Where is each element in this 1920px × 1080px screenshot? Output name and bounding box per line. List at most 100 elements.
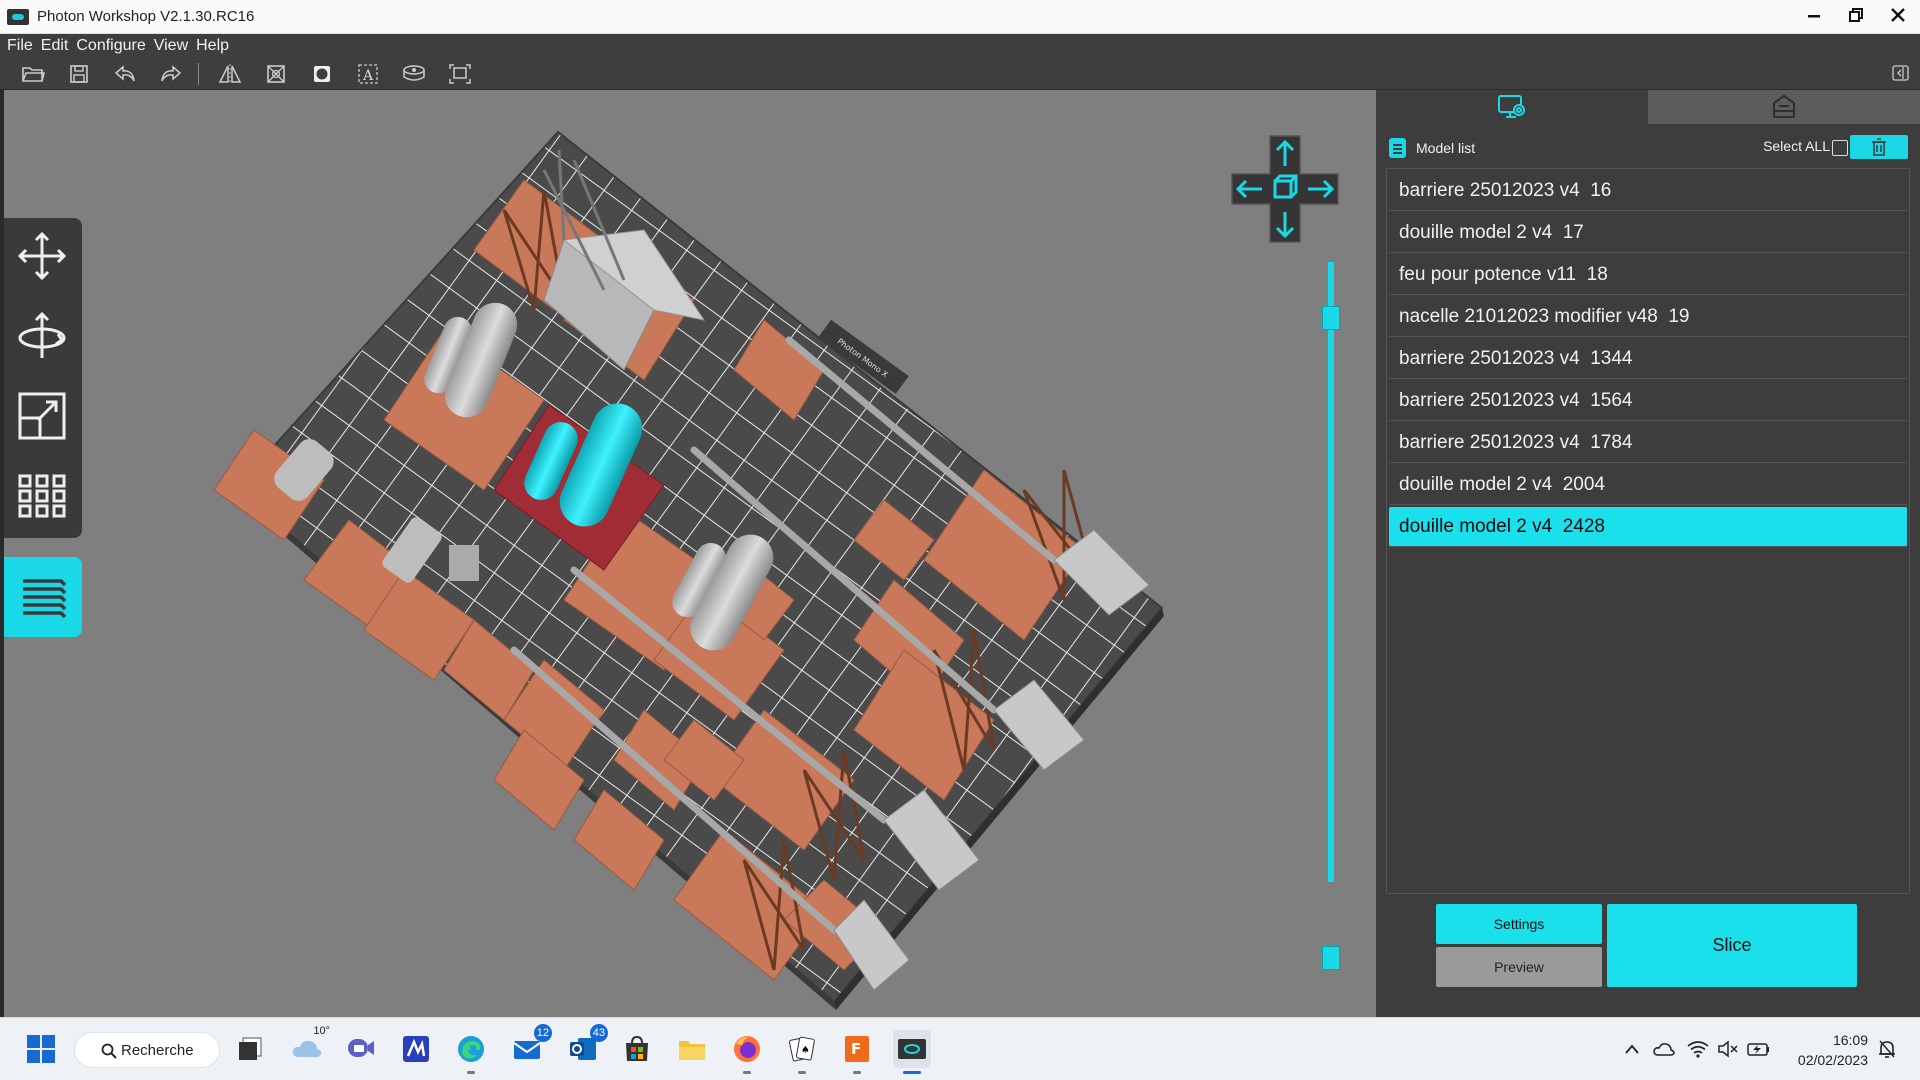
base-icon[interactable] bbox=[401, 61, 427, 87]
firefox-button[interactable] bbox=[728, 1030, 766, 1074]
scale-tool[interactable] bbox=[12, 386, 72, 446]
model-list-item[interactable]: feu pour potence v11 18 bbox=[1389, 255, 1907, 295]
view-navigator[interactable] bbox=[1230, 134, 1340, 244]
store-button[interactable] bbox=[618, 1030, 656, 1068]
running-indicator bbox=[467, 1071, 475, 1074]
select-all-label: Select ALL bbox=[1763, 138, 1830, 154]
layers-tool[interactable] bbox=[4, 557, 82, 637]
settings-button[interactable]: Settings bbox=[1436, 904, 1602, 944]
redo-icon[interactable] bbox=[158, 61, 184, 87]
notifications-tray[interactable] bbox=[1876, 1038, 1898, 1060]
close-icon bbox=[1891, 7, 1905, 22]
model-list: barriere 25012023 v4 16 douille model 2 … bbox=[1386, 168, 1910, 894]
punch-hole-icon[interactable] bbox=[309, 61, 335, 87]
model-list-item[interactable]: douille model 2 v4 2004 bbox=[1389, 465, 1907, 505]
menu-bar: File Edit Configure View Help bbox=[0, 34, 1920, 58]
start-button[interactable] bbox=[22, 1030, 60, 1068]
model-list-item-selected[interactable]: douille model 2 v4 2428 bbox=[1389, 507, 1907, 547]
weather-widget[interactable]: 10° bbox=[288, 1025, 330, 1068]
slice-button[interactable]: Slice bbox=[1607, 904, 1857, 987]
hollow-icon[interactable] bbox=[263, 61, 289, 87]
clock-time: 16:09 bbox=[1832, 1032, 1868, 1048]
menu-edit[interactable]: Edit bbox=[41, 37, 69, 55]
printer-icon bbox=[1773, 94, 1795, 118]
taskbar-clock[interactable]: 16:09 02/02/2023 bbox=[1798, 1030, 1868, 1070]
select-all-checkbox[interactable] bbox=[1832, 140, 1848, 156]
show-hidden-icons-button[interactable] bbox=[1621, 1038, 1643, 1060]
arrange-tool[interactable] bbox=[12, 466, 72, 526]
layer-slider-bottom-handle[interactable] bbox=[1322, 946, 1340, 970]
open-folder-icon[interactable] bbox=[20, 61, 46, 87]
model-list-item[interactable]: douille model 2 v4 17 bbox=[1389, 213, 1907, 253]
wifi-tray[interactable] bbox=[1687, 1038, 1709, 1060]
solitaire-button[interactable]: ♠ bbox=[783, 1030, 821, 1074]
running-indicator bbox=[853, 1071, 861, 1074]
panel-toggle-icon[interactable] bbox=[1892, 64, 1912, 84]
3d-viewport[interactable]: Photon Mono X bbox=[4, 90, 1376, 1017]
text-icon[interactable]: A bbox=[355, 61, 381, 87]
wifi-icon bbox=[1687, 1041, 1709, 1058]
model-list-item[interactable]: nacelle 21012023 modifier v48 19 bbox=[1389, 297, 1907, 337]
model-list-item[interactable]: barriere 25012023 v4 16 bbox=[1389, 171, 1907, 211]
svg-text:F: F bbox=[851, 1040, 861, 1058]
rotate-tool[interactable] bbox=[12, 306, 72, 366]
mirror-icon[interactable] bbox=[217, 61, 243, 87]
file-explorer-button[interactable] bbox=[673, 1030, 711, 1068]
close-button[interactable] bbox=[1888, 6, 1908, 29]
window-controls bbox=[1804, 0, 1908, 34]
layer-slider-top-handle[interactable] bbox=[1322, 306, 1340, 330]
menu-configure[interactable]: Configure bbox=[76, 37, 145, 55]
app-m-button[interactable] bbox=[397, 1030, 435, 1068]
restore-button[interactable] bbox=[1846, 6, 1866, 29]
file-list-icon bbox=[1389, 138, 1406, 158]
rotate-icon bbox=[18, 311, 66, 358]
mail-button[interactable]: 12 bbox=[508, 1024, 552, 1068]
taskbar-search[interactable]: Recherche bbox=[74, 1032, 220, 1068]
model-list-title: Model list bbox=[1416, 140, 1476, 156]
tab-model-settings[interactable] bbox=[1376, 90, 1648, 124]
search-label: Recherche bbox=[121, 1041, 194, 1059]
preview-button[interactable]: Preview bbox=[1436, 947, 1602, 987]
app-logo-icon bbox=[7, 8, 29, 25]
scale-icon bbox=[18, 392, 66, 440]
arrange-icon bbox=[18, 474, 66, 518]
model-list-header: Model list Select ALL bbox=[1388, 134, 1908, 162]
model-list-item[interactable]: barriere 25012023 v4 1564 bbox=[1389, 381, 1907, 421]
save-icon[interactable] bbox=[66, 61, 92, 87]
menu-help[interactable]: Help bbox=[196, 37, 229, 55]
svg-text:♠: ♠ bbox=[801, 1045, 810, 1056]
volume-muted-icon bbox=[1718, 1040, 1738, 1058]
right-panel: Model list Select ALL barriere 25012023 … bbox=[1376, 90, 1920, 1017]
video-chat-icon bbox=[348, 1039, 374, 1057]
fusion-360-button[interactable]: F bbox=[838, 1030, 876, 1074]
delete-button[interactable] bbox=[1850, 135, 1908, 159]
model-list-item[interactable]: barriere 25012023 v4 1784 bbox=[1389, 423, 1907, 463]
edge-button[interactable] bbox=[452, 1030, 490, 1074]
restore-icon bbox=[1849, 7, 1863, 22]
photon-workshop-icon bbox=[898, 1039, 926, 1059]
supports-icon[interactable] bbox=[447, 61, 473, 87]
title-bar: Photon Workshop V2.1.30.RC16 bbox=[0, 0, 1920, 34]
left-tool-panel bbox=[4, 218, 82, 538]
menu-file[interactable]: File bbox=[7, 37, 33, 55]
photon-workshop-taskbar-button[interactable] bbox=[893, 1030, 931, 1074]
layer-slider-track[interactable] bbox=[1328, 262, 1334, 882]
teams-button[interactable] bbox=[342, 1030, 380, 1068]
move-tool[interactable] bbox=[12, 226, 72, 286]
toolbar: A bbox=[0, 58, 1920, 90]
undo-icon[interactable] bbox=[112, 61, 138, 87]
tab-printer[interactable] bbox=[1648, 90, 1920, 124]
onedrive-tray[interactable] bbox=[1653, 1038, 1675, 1060]
task-view-button[interactable] bbox=[232, 1030, 270, 1068]
trash-icon bbox=[1872, 138, 1886, 156]
minimize-button[interactable] bbox=[1804, 6, 1824, 29]
volume-tray[interactable] bbox=[1717, 1038, 1739, 1060]
monitor-gear-icon bbox=[1498, 95, 1525, 118]
build-plate-scene: Photon Mono X bbox=[213, 130, 1164, 1010]
toolbar-separator bbox=[198, 62, 199, 85]
move-icon bbox=[17, 231, 67, 281]
battery-tray[interactable] bbox=[1747, 1038, 1769, 1060]
outlook-button[interactable]: 43 bbox=[564, 1024, 608, 1068]
menu-view[interactable]: View bbox=[154, 37, 188, 55]
model-list-item[interactable]: barriere 25012023 v4 1344 bbox=[1389, 339, 1907, 379]
